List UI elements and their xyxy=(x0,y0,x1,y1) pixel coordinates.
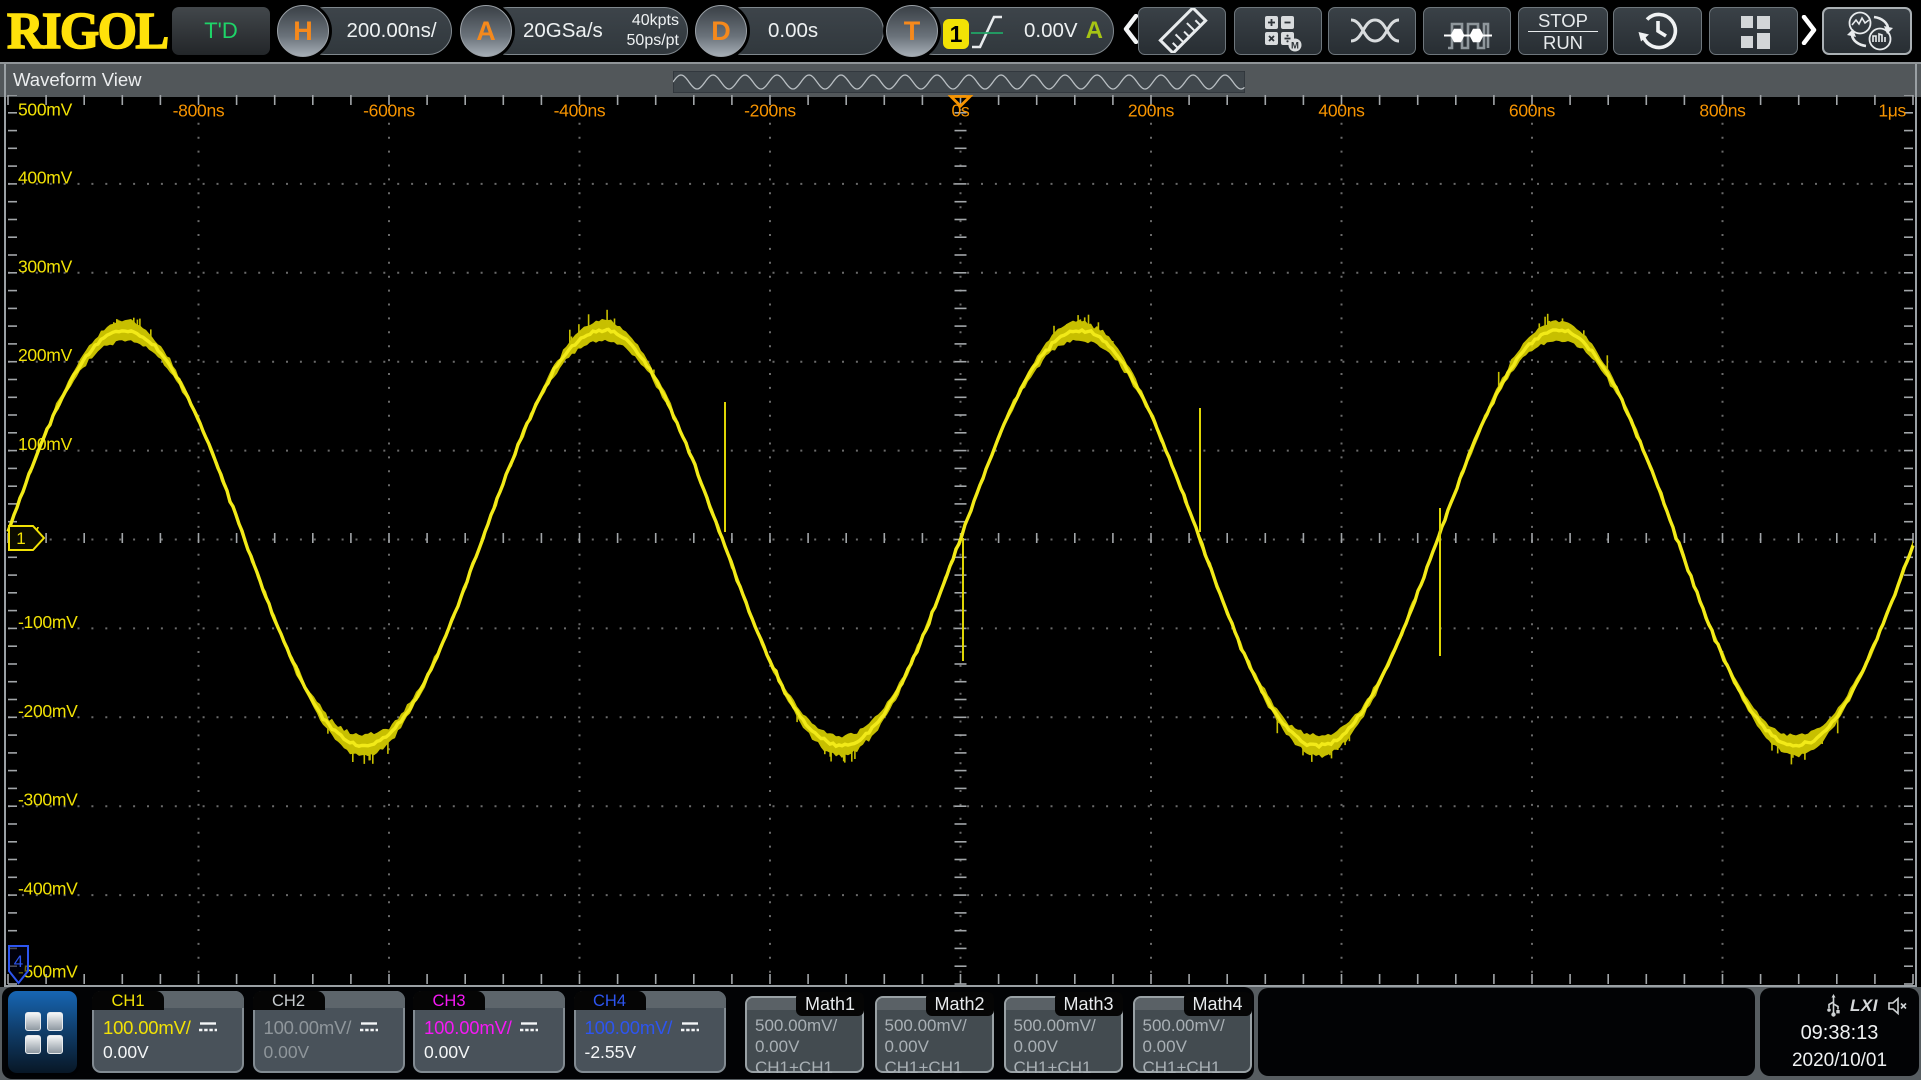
svg-text:-400mV: -400mV xyxy=(18,879,78,899)
svg-text:600ns: 600ns xyxy=(1509,101,1556,121)
svg-text:-600ns: -600ns xyxy=(363,101,415,121)
svg-text:M: M xyxy=(1291,41,1299,52)
svg-text:-300mV: -300mV xyxy=(18,790,78,810)
svg-text:-200mV: -200mV xyxy=(18,701,78,721)
svg-text:4: 4 xyxy=(14,952,23,971)
svg-text:1μs: 1μs xyxy=(1878,101,1906,121)
svg-text:1: 1 xyxy=(16,529,25,548)
svg-text:400ns: 400ns xyxy=(1318,101,1365,121)
svg-text:-200ns: -200ns xyxy=(744,101,796,121)
svg-text:400mV: 400mV xyxy=(18,167,73,187)
svg-text:-400ns: -400ns xyxy=(554,101,606,121)
svg-text:200ns: 200ns xyxy=(1128,101,1175,121)
svg-text:200mV: 200mV xyxy=(18,345,73,365)
svg-text:300mV: 300mV xyxy=(18,256,73,276)
svg-text:0s: 0s xyxy=(952,101,970,121)
svg-text:-100mV: -100mV xyxy=(18,612,78,632)
svg-text:800ns: 800ns xyxy=(1699,101,1746,121)
svg-text:500mV: 500mV xyxy=(18,100,73,120)
svg-text:-800ns: -800ns xyxy=(173,101,225,121)
